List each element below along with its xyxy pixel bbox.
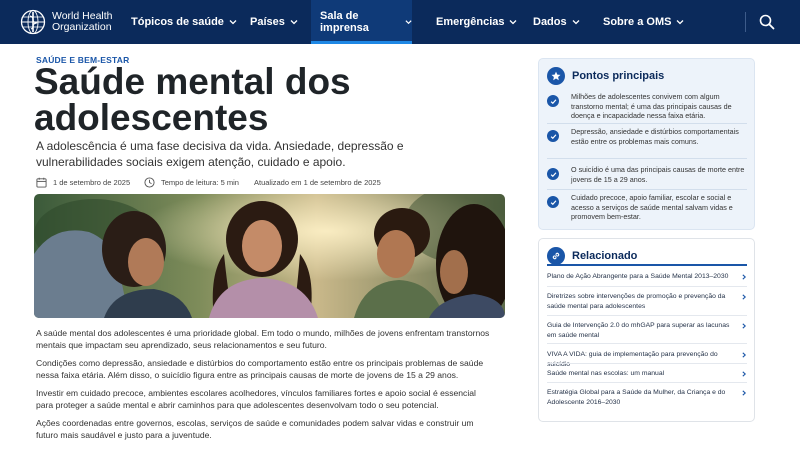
article-paragraph: Condições como depressão, ansiedade e di… (36, 358, 484, 380)
related-link-text: Guia de Intervenção 2.0 do mhGAP para su… (547, 322, 730, 339)
related-link[interactable]: Plano de Ação Abrangente para a Saúde Me… (547, 272, 747, 282)
chevron-down-icon (229, 20, 237, 25)
chevron-down-icon (290, 20, 298, 25)
divider (547, 158, 747, 159)
who-logo[interactable]: World Health Organization (20, 8, 113, 36)
divider (547, 286, 747, 287)
reading-time: Tempo de leitura: 5 min (144, 176, 254, 188)
article-paragraph: A saúde mental dos adolescentes é uma pr… (36, 328, 490, 350)
updated-date: Atualizado em 1 de setembro de 2025 (254, 178, 381, 187)
check-circle-icon (547, 196, 559, 208)
nav-item-label: Sobre a OMS (603, 16, 672, 28)
nav-item-label: Países (250, 16, 285, 28)
chevron-right-icon (742, 323, 747, 329)
calendar-icon (36, 177, 47, 188)
related-header: Relacionado (547, 247, 637, 265)
key-point-text: Depressão, ansiedade e distúrbios compor… (571, 127, 739, 146)
article-paragraph: Ações coordenadas entre governos, escola… (36, 418, 474, 440)
chevron-right-icon (742, 294, 747, 300)
top-navigation: World Health Organization Tópicos de saú… (0, 0, 800, 44)
key-point-item: Milhões de adolescentes convivem com alg… (547, 92, 747, 121)
related-link-text: Plano de Ação Abrangente para a Saúde Me… (547, 273, 729, 280)
divider (547, 315, 747, 316)
key-point-text: Cuidado precoce, apoio familiar, escolar… (571, 193, 733, 221)
nav-item-label: Tópicos de saúde (131, 16, 224, 28)
key-point-item: O suicídio é uma das principais causas d… (547, 165, 747, 184)
hero-image (34, 194, 505, 318)
chevron-right-icon (742, 274, 747, 280)
related-card: Relacionado Plano de Ação Abrangente par… (538, 238, 755, 422)
related-link-text: Estratégia Global para a Saúde da Mulher… (547, 389, 726, 406)
chevron-down-icon (677, 20, 684, 25)
key-point-text: Milhões de adolescentes convivem com alg… (571, 92, 732, 120)
nav-item-paises[interactable]: Países (250, 0, 298, 44)
article-paragraph: Investir em cuidado precoce, ambientes e… (36, 388, 476, 410)
nav-item-label: Emergências (436, 16, 505, 28)
chevron-down-icon (405, 20, 412, 25)
chevron-right-icon (742, 371, 747, 377)
divider (547, 363, 747, 364)
nav-divider (745, 12, 746, 32)
star-icon (547, 67, 565, 85)
nav-item-sala-de-imprensa[interactable]: Sala de imprensa (311, 0, 412, 44)
clock-icon (144, 176, 155, 188)
nav-item-label: Sala de imprensa (320, 10, 369, 34)
link-icon (547, 247, 565, 265)
updated-date-text: Atualizado em 1 de setembro de 2025 (254, 177, 381, 187)
search-icon[interactable] (759, 14, 775, 30)
related-link-text: Diretrizes sobre intervenções de promoçã… (547, 293, 726, 310)
divider (547, 123, 747, 124)
who-emblem-icon (20, 9, 46, 35)
page-title: Saúde mental dos adolescentes (34, 61, 351, 138)
divider (547, 382, 747, 383)
reading-time-text: Tempo de leitura: 5 min (161, 177, 239, 187)
chevron-right-icon (742, 390, 747, 396)
chevron-down-icon (510, 20, 517, 25)
divider (547, 343, 747, 344)
key-point-item: Depressão, ansiedade e distúrbios compor… (547, 127, 747, 146)
related-link[interactable]: Diretrizes sobre intervenções de promoçã… (547, 292, 747, 311)
related-title: Relacionado (572, 250, 638, 262)
related-link[interactable]: Guia de Intervenção 2.0 do mhGAP para su… (547, 321, 747, 340)
related-link[interactable]: Estratégia Global para a Saúde da Mulher… (547, 388, 747, 407)
nav-item-dados[interactable]: Dados (533, 0, 580, 44)
publish-date: 1 de setembro de 2025 (36, 177, 144, 188)
nav-item-label: Dados (533, 16, 567, 28)
publish-date-text: 1 de setembro de 2025 (53, 177, 131, 187)
related-link[interactable]: Saúde mental nas escolas: um manual (547, 369, 747, 379)
divider (547, 189, 747, 190)
related-link[interactable]: VIVA A VIDA: guia de implementação para … (547, 350, 747, 369)
key-points-card: Pontos principais Milhões de adolescente… (538, 58, 755, 230)
check-circle-icon (547, 130, 559, 142)
related-header-underline (547, 264, 747, 266)
article-lede: A adolescência é uma fase decisiva da vi… (36, 139, 404, 169)
related-link-text: Saúde mental nas escolas: um manual (547, 370, 665, 377)
related-link-text: VIVA A VIDA: guia de implementação para … (547, 351, 718, 368)
key-points-header: Pontos principais (547, 67, 664, 85)
nav-item-emergencias[interactable]: Emergências (436, 0, 517, 44)
chevron-down-icon (572, 20, 580, 25)
check-circle-icon (547, 168, 559, 180)
check-circle-icon (547, 95, 559, 107)
key-point-item: Cuidado precoce, apoio familiar, escolar… (547, 193, 747, 222)
key-point-text: O suicídio é uma das principais causas d… (571, 165, 745, 184)
adolescents-photo (34, 194, 505, 318)
logo-line-2: Organization (52, 21, 112, 33)
logo-wordmark: World Health Organization (52, 11, 113, 33)
nav-item-topicos[interactable]: Tópicos de saúde (131, 0, 237, 44)
chevron-right-icon (742, 352, 747, 358)
key-points-title: Pontos principais (572, 70, 665, 82)
nav-item-sobre[interactable]: Sobre a OMS (603, 0, 684, 44)
article-meta: 1 de setembro de 2025 Tempo de leitura: … (36, 175, 381, 189)
